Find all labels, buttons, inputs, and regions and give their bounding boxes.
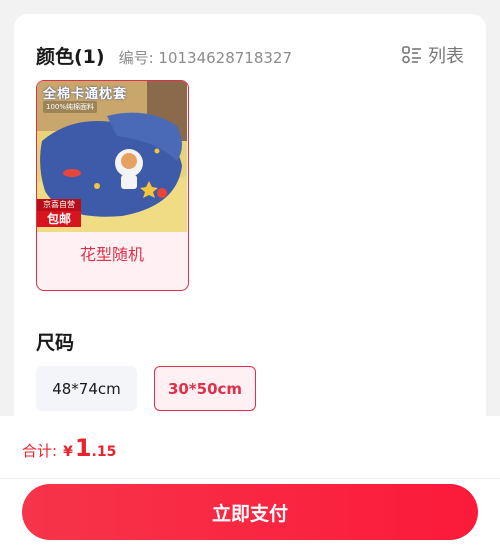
- order-total: 合计: ¥ 1 .15: [22, 434, 116, 462]
- pay-now-button[interactable]: 立即支付: [22, 484, 478, 540]
- thumbnail-subtitle: 100%纯棉面料: [43, 101, 98, 113]
- color-section-header: 颜色(1) 编号: 10134628718327: [36, 42, 292, 69]
- list-view-toggle[interactable]: 列表: [402, 42, 464, 68]
- divider: [0, 478, 500, 479]
- promo-badge-line2: 包邮: [46, 212, 71, 226]
- color-option-random-pattern[interactable]: 全棉卡通枕套 100%纯棉面料 京喜自营 包邮 花型随机: [36, 80, 189, 291]
- total-label: 合计:: [22, 442, 58, 460]
- currency-symbol: ¥: [63, 444, 73, 460]
- total-amount-integer: 1: [74, 434, 92, 462]
- list-view-label: 列表: [428, 46, 464, 67]
- sku-selector-card: 颜色(1) 编号: 10134628718327 列表 全棉卡通枕套 100%纯…: [14, 14, 486, 444]
- size-section-title: 尺码: [36, 332, 75, 354]
- total-amount-decimal: .15: [91, 444, 117, 460]
- sku-number: 编号: 10134628718327: [118, 49, 293, 67]
- promo-badge: 京喜自营 包邮: [37, 199, 81, 227]
- size-option-30x50[interactable]: 30*50cm: [154, 366, 256, 411]
- color-section-title: 颜色(1): [36, 46, 105, 68]
- size-option-48x74[interactable]: 48*74cm: [36, 366, 137, 411]
- color-option-label: 花型随机: [79, 245, 144, 264]
- promo-badge-line1: 京喜自营: [37, 199, 81, 211]
- list-icon: [402, 46, 421, 64]
- thumbnail-title: 全棉卡通枕套: [43, 87, 128, 102]
- checkout-bar: 合计: ¥ 1 .15 立即支付: [0, 416, 500, 547]
- product-thumbnail: 全棉卡通枕套 100%纯棉面料 京喜自营 包邮: [37, 81, 187, 232]
